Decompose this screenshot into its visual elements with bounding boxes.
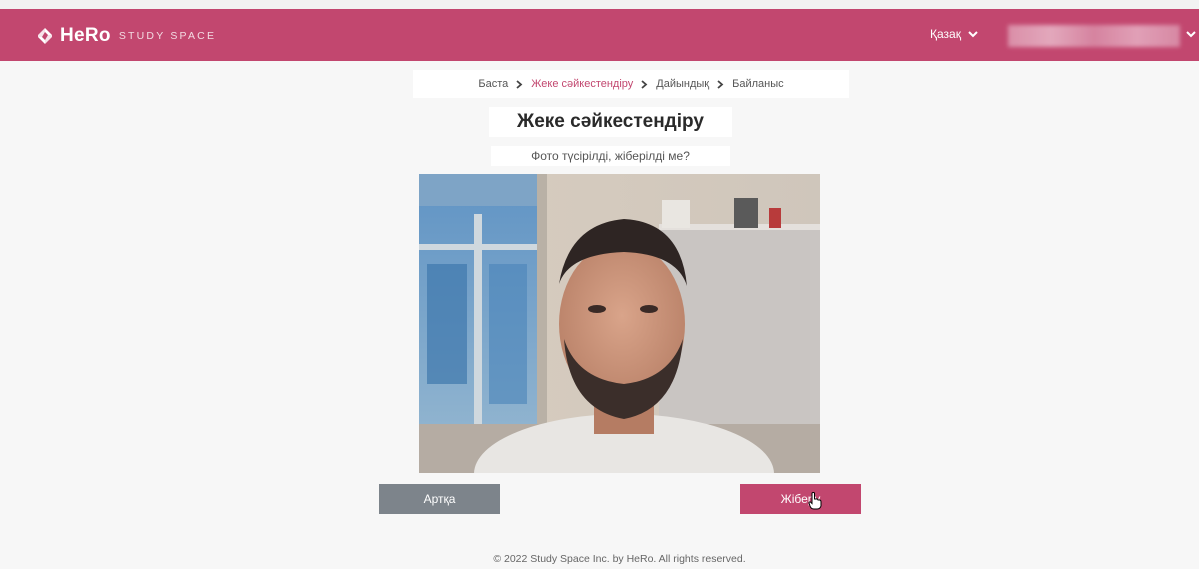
send-button[interactable]: Жіберу [740, 484, 861, 514]
page-subtitle: Фото түсірілді, жіберілді ме? [491, 146, 730, 166]
page-title: Жеке сәйкестендіру [489, 107, 732, 137]
chevron-right-icon [516, 79, 523, 89]
browser-edge [0, 0, 1199, 9]
footer-copyright: © 2022 Study Space Inc. by HeRo. All rig… [493, 553, 746, 565]
hero-logo-icon [38, 28, 52, 44]
user-menu-blurred[interactable] [1008, 25, 1180, 47]
webcam-snapshot [419, 174, 820, 473]
brand-subtitle: STUDY SPACE [118, 30, 217, 42]
chevron-right-icon [717, 79, 724, 89]
back-button[interactable]: Артқа [379, 484, 500, 514]
chevron-down-icon[interactable] [1186, 31, 1196, 38]
breadcrumb-identification[interactable]: Жеке сәйкестендіру [531, 78, 633, 90]
captured-photo [419, 174, 820, 473]
brand-logo[interactable]: HeRo STUDY SPACE [36, 25, 216, 47]
language-label: Қазақ [930, 27, 961, 41]
breadcrumb-preparation[interactable]: Дайындық [656, 78, 709, 90]
breadcrumb-home[interactable]: Баста [478, 78, 508, 90]
language-selector[interactable]: Қазақ [930, 27, 978, 41]
chevron-right-icon [641, 79, 648, 89]
hand-pointer-icon [808, 492, 822, 510]
breadcrumb: Баста Жеке сәйкестендіру Дайындық Байлан… [413, 70, 849, 98]
chevron-down-icon [968, 30, 978, 37]
brand-name: HeRo [60, 25, 111, 46]
breadcrumb-contact[interactable]: Байланыс [732, 78, 784, 90]
